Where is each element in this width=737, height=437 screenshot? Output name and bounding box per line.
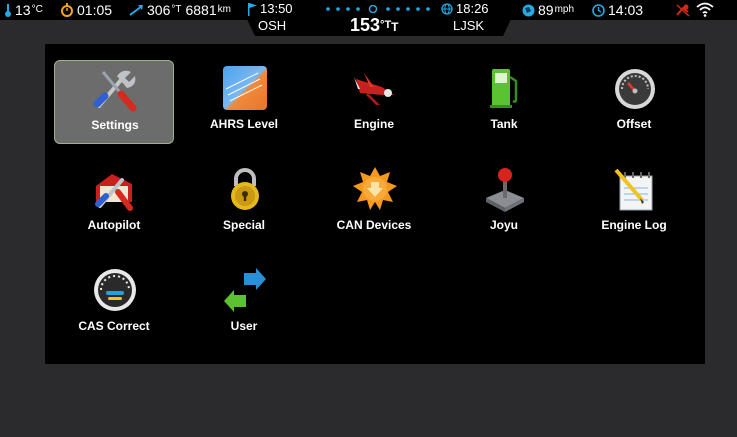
departure-time-readout: 13:50 <box>247 2 293 16</box>
engine-log-app[interactable]: Engine Log <box>574 161 694 245</box>
special-app[interactable]: Special <box>184 161 304 245</box>
temperature-readout: 13 °C <box>4 3 43 17</box>
offset-app[interactable]: Offset <box>574 60 694 144</box>
engine-icon <box>354 73 394 105</box>
engine-app[interactable]: Engine <box>314 60 434 144</box>
settings-icon <box>93 70 137 112</box>
thermometer-icon <box>5 4 11 17</box>
tank-icon <box>490 69 518 108</box>
cas-correct-app[interactable]: CAS Correct <box>54 262 174 346</box>
ahrs-level-app[interactable]: AHRS Level <box>184 60 304 144</box>
wifi-icon <box>696 2 714 17</box>
engine-log-icon <box>614 168 653 211</box>
no-satellite-icon <box>676 4 690 17</box>
timer-readout: 01:05 <box>60 3 112 17</box>
offset-icon <box>615 69 655 109</box>
can-devices-app[interactable]: CAN Devices <box>314 161 434 245</box>
clock-readout: 14:03 <box>592 3 643 17</box>
flag-icon <box>248 2 257 16</box>
speed-readout: 89 mph <box>522 3 574 17</box>
ahrs-level-icon <box>223 66 267 110</box>
stopwatch-icon <box>61 3 73 17</box>
to-airport: LJSK <box>453 18 485 33</box>
speed-globe-icon <box>522 4 535 16</box>
track-arrow-icon <box>129 5 143 16</box>
joyu-icon <box>486 168 524 212</box>
from-airport: OSH <box>258 18 287 33</box>
track-distance-readout: 306 °T 6881 km <box>128 3 231 17</box>
heading-readout: 153°TT <box>350 15 399 35</box>
can-devices-icon <box>353 167 397 210</box>
globe-icon <box>441 3 453 15</box>
route-progress-dots <box>326 5 430 13</box>
autopilot-icon <box>95 174 133 211</box>
autopilot-app[interactable]: Autopilot <box>54 161 174 245</box>
user-icon <box>224 268 266 312</box>
app-grid-panel: Settings AHRS Level Engine Tank Offset A… <box>45 44 705 364</box>
user-app[interactable]: User <box>184 262 304 346</box>
joyu-app[interactable]: Joyu <box>444 161 564 245</box>
clock-icon <box>592 3 605 17</box>
eta-readout: 18:26 <box>441 2 489 16</box>
tank-app[interactable]: Tank <box>444 60 564 144</box>
settings-app[interactable]: Settings <box>54 60 174 144</box>
cas-correct-icon <box>94 269 136 311</box>
special-icon <box>231 168 259 210</box>
